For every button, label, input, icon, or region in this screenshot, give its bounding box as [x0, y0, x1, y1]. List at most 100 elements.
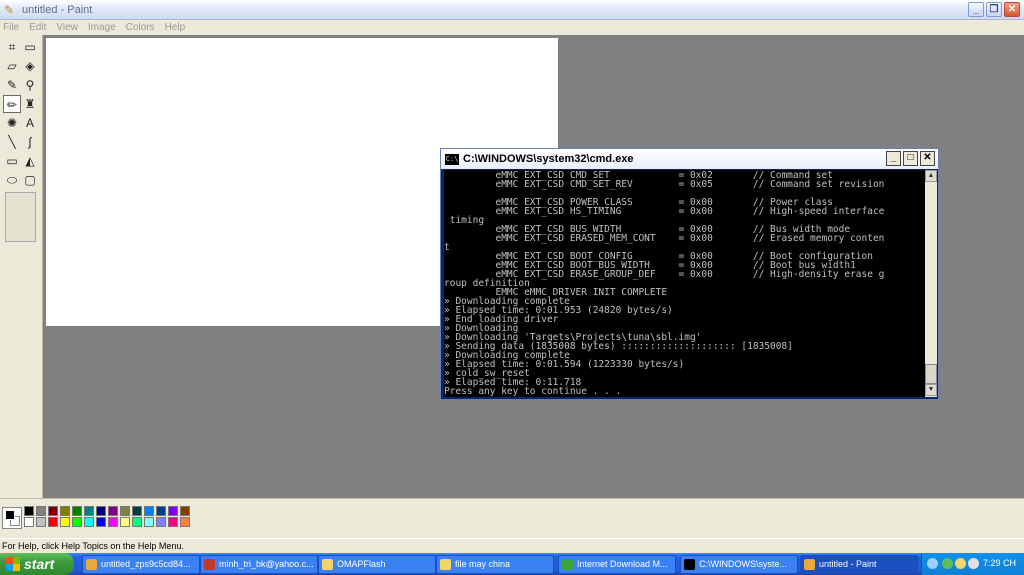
color-swatch[interactable] — [84, 517, 94, 527]
color-swatch[interactable] — [168, 506, 178, 516]
paint-titlebar[interactable]: ✎ untitled - Paint _ ❐ ✕ — [0, 0, 1024, 20]
menu-file[interactable]: File — [3, 22, 19, 33]
line-icon[interactable]: ╲ — [3, 133, 21, 151]
color-swatch[interactable] — [72, 517, 82, 527]
color-swatch[interactable] — [180, 517, 190, 527]
taskbar-item[interactable]: OMAPFlash — [318, 555, 436, 574]
cmd-close-button[interactable]: ✕ — [920, 151, 935, 166]
console-line: eMMC EXT_CSD HS_TIMING = 0x00 // High-sp… — [444, 206, 885, 217]
polygon-icon[interactable]: ◭ — [21, 152, 39, 170]
ellipse-icon[interactable]: ⬭ — [3, 171, 21, 189]
airbrush-icon[interactable]: ✺ — [3, 114, 21, 132]
window-controls: _ ❐ ✕ — [968, 2, 1020, 17]
menu-view[interactable]: View — [56, 22, 78, 33]
taskbar-item-label: OMAPFlash — [337, 559, 386, 569]
color-swatch[interactable] — [36, 506, 46, 516]
select-icon[interactable]: ▭ — [21, 38, 39, 56]
pencil-icon[interactable]: ✏ — [3, 95, 21, 113]
color-swatch[interactable] — [132, 517, 142, 527]
fill-icon[interactable]: ◈ — [21, 57, 39, 75]
color-swatch[interactable] — [180, 506, 190, 516]
taskbar-app-icon — [86, 559, 97, 570]
menu-image[interactable]: Image — [88, 22, 116, 33]
taskbar-item[interactable]: untitled - Paint — [800, 555, 918, 574]
cmd-window[interactable]: C:\ C:\WINDOWS\system32\cmd.exe _ □ ✕ eM… — [440, 148, 939, 400]
magnifier-icon[interactable]: ⚲ — [21, 76, 39, 94]
pick-color-icon[interactable]: ✎ — [3, 76, 21, 94]
paint-app-icon: ✎ — [4, 2, 15, 17]
color-swatch[interactable] — [96, 506, 106, 516]
color-palette — [0, 498, 1024, 538]
console-line: eMMC EXT_CSD ERASED_MEM_CONT = 0x00 // E… — [444, 233, 885, 244]
color-swatch[interactable] — [48, 506, 58, 516]
network-icon[interactable] — [927, 558, 938, 569]
menu-colors[interactable]: Colors — [126, 22, 155, 33]
cmd-maximize-button[interactable]: □ — [903, 151, 918, 166]
color-swatch[interactable] — [48, 517, 58, 527]
minimize-button[interactable]: _ — [968, 2, 984, 17]
scroll-down-icon[interactable]: ▼ — [925, 384, 937, 396]
scroll-thumb[interactable] — [925, 364, 937, 384]
text-icon[interactable]: A — [21, 114, 39, 132]
cmd-titlebar[interactable]: C:\ C:\WINDOWS\system32\cmd.exe _ □ ✕ — [441, 149, 938, 169]
taskbar-app-icon — [562, 559, 573, 570]
cmd-scrollbar[interactable]: ▲ ▼ — [925, 170, 937, 397]
color-swatch[interactable] — [120, 506, 130, 516]
clock[interactable]: 7:29 CH — [983, 558, 1016, 568]
color-swatch[interactable] — [108, 517, 118, 527]
current-colors — [2, 507, 22, 529]
menu-help[interactable]: Help — [165, 22, 186, 33]
free-form-select-icon[interactable]: ⌗ — [3, 38, 21, 56]
start-button[interactable]: start — [0, 553, 74, 575]
brush-icon[interactable]: ♜ — [21, 95, 39, 113]
color-swatch[interactable] — [72, 506, 82, 516]
taskbar-item[interactable]: file may china — [436, 555, 554, 574]
console-line: eMMC EXT_CSD CMD_SET_REV = 0x05 // Comma… — [444, 179, 885, 190]
curve-icon[interactable]: ∫ — [21, 133, 39, 151]
menu-edit[interactable]: Edit — [29, 22, 46, 33]
taskbar-item-label: C:\WINDOWS\syste... — [699, 559, 788, 569]
color-swatch[interactable] — [144, 517, 154, 527]
color-swatch[interactable] — [84, 506, 94, 516]
tray-app-icon[interactable] — [942, 558, 953, 569]
taskbar-item[interactable]: C:\WINDOWS\syste... — [680, 555, 798, 574]
taskbar-app-icon — [804, 559, 815, 570]
rectangle-icon[interactable]: ▭ — [3, 152, 21, 170]
cmd-minimize-button[interactable]: _ — [886, 151, 901, 166]
taskbar-item-label: untitled_zps9c5cd84... — [101, 559, 191, 569]
window-title: untitled - Paint — [22, 3, 93, 16]
eraser-icon[interactable]: ▱ — [3, 57, 21, 75]
console-line: Press any key to continue . . . — [444, 386, 622, 397]
color-swatch[interactable] — [24, 517, 34, 527]
color-swatch[interactable] — [156, 506, 166, 516]
color-swatch[interactable] — [108, 506, 118, 516]
color-swatch[interactable] — [168, 517, 178, 527]
foreground-color — [5, 510, 15, 520]
color-swatch[interactable] — [24, 506, 34, 516]
status-text: For Help, click Help Topics on the Help … — [2, 541, 184, 551]
taskbar-item[interactable]: minh_tri_bk@yahoo.c... — [200, 555, 318, 574]
console-output[interactable]: eMMC EXT_CSD CMD_SET = 0x02 // Command s… — [444, 170, 925, 397]
color-swatch[interactable] — [60, 517, 70, 527]
tool-options-panel[interactable] — [5, 192, 36, 242]
volume-icon[interactable] — [968, 558, 979, 569]
color-swatch[interactable] — [156, 517, 166, 527]
cmd-app-icon: C:\ — [445, 153, 459, 165]
cmd-window-controls: _ □ ✕ — [886, 151, 935, 166]
start-label: start — [24, 556, 55, 572]
color-swatch[interactable] — [60, 506, 70, 516]
windows-flag-icon — [6, 557, 20, 571]
cmd-window-title: C:\WINDOWS\system32\cmd.exe — [463, 153, 634, 165]
scroll-up-icon[interactable]: ▲ — [925, 170, 937, 182]
close-button[interactable]: ✕ — [1004, 2, 1020, 17]
color-swatch[interactable] — [144, 506, 154, 516]
messenger-icon[interactable] — [955, 558, 966, 569]
taskbar-item[interactable]: untitled_zps9c5cd84... — [82, 555, 200, 574]
restore-button[interactable]: ❐ — [986, 2, 1002, 17]
color-swatch[interactable] — [36, 517, 46, 527]
color-swatch[interactable] — [120, 517, 130, 527]
taskbar-item[interactable]: Internet Download M... — [558, 555, 676, 574]
color-swatch[interactable] — [132, 506, 142, 516]
rounded-rectangle-icon[interactable]: ▢ — [21, 171, 39, 189]
color-swatch[interactable] — [96, 517, 106, 527]
